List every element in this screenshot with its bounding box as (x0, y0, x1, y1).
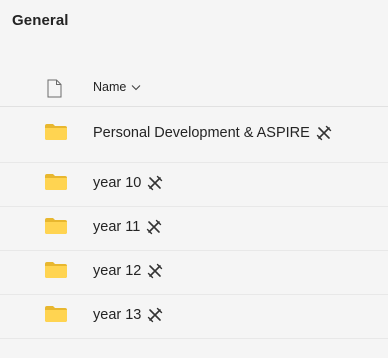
sync-pin-icon (148, 307, 163, 323)
list-item-name[interactable]: year 10 (93, 175, 163, 191)
folder-icon (45, 262, 67, 278)
list-item[interactable]: year 11 (0, 207, 388, 251)
folder-icon (45, 174, 67, 190)
list-item-name[interactable]: Personal Development & ASPIRE (93, 125, 332, 141)
chevron-down-icon (131, 84, 141, 90)
list-item-label: year 11 (93, 219, 141, 235)
list-item-label: year 13 (93, 307, 142, 323)
list-item-label: Personal Development & ASPIRE (93, 125, 310, 141)
list-item-label: year 12 (93, 263, 142, 279)
sync-pin-icon (147, 219, 162, 235)
list-item-name[interactable]: year 13 (93, 307, 163, 323)
column-header-name-label: Name (93, 80, 127, 94)
list-item[interactable]: year 12 (0, 251, 388, 295)
file-list: Name Personal Development & ASPIRE year … (0, 69, 388, 339)
column-header-name[interactable]: Name (93, 80, 141, 94)
sync-pin-icon (148, 263, 163, 279)
list-item-name[interactable]: year 11 (93, 219, 162, 235)
sync-pin-icon (148, 175, 163, 191)
folder-icon (45, 124, 67, 140)
list-item[interactable]: year 10 (0, 163, 388, 207)
list-item-name[interactable]: year 12 (93, 263, 163, 279)
section-title: General (12, 12, 69, 29)
folder-icon (45, 306, 67, 322)
list-item-label: year 10 (93, 175, 142, 191)
list-header: Name (0, 69, 388, 107)
list-item[interactable]: Personal Development & ASPIRE (0, 107, 388, 163)
list-item[interactable]: year 13 (0, 295, 388, 339)
file-icon[interactable] (47, 79, 62, 98)
files-page: General Name Personal Development & ASPI… (0, 0, 388, 358)
sync-pin-icon (316, 125, 332, 141)
folder-icon (45, 218, 67, 234)
